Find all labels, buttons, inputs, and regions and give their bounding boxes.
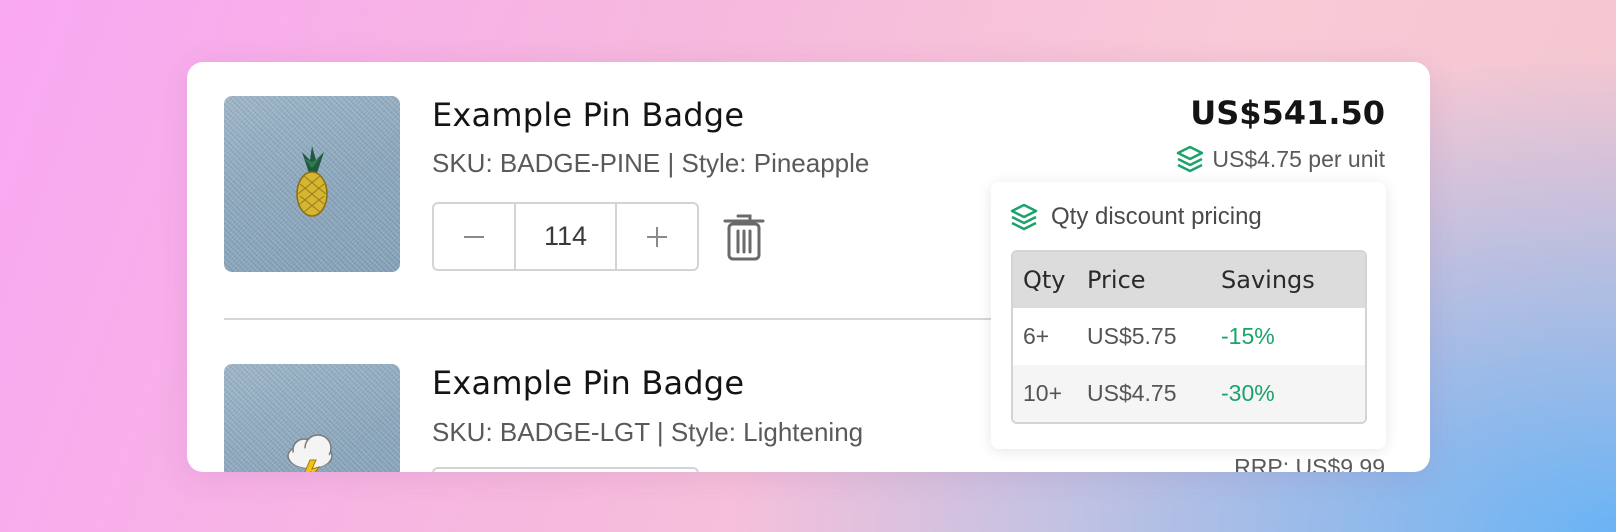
trash-icon <box>723 214 765 261</box>
product-meta: SKU: BADGE-LGT | Style: Lightening <box>432 417 864 447</box>
product-image-lightning[interactable] <box>224 364 400 472</box>
table-header-row: Qty Price Savings <box>1013 252 1365 308</box>
table-row: 6+ US$5.75 -15% <box>1013 308 1365 365</box>
quantity-stepper: 114 <box>432 202 699 271</box>
column-header-savings: Savings <box>1221 252 1365 308</box>
remove-item-button[interactable] <box>723 212 765 266</box>
plus-icon <box>646 226 667 247</box>
discount-table: Qty Price Savings 6+ US$5.75 -15% 10+ US… <box>1011 250 1367 424</box>
lightning-cloud-pin-icon <box>287 434 333 472</box>
product-name[interactable]: Example Pin Badge <box>432 364 744 402</box>
column-header-price: Price <box>1087 252 1221 308</box>
tier-qty: 10+ <box>1013 365 1087 422</box>
popover-title: Qty discount pricing <box>1051 203 1262 230</box>
popover-header: Qty discount pricing <box>1009 202 1262 232</box>
product-image-pineapple[interactable] <box>224 96 400 272</box>
quantity-stepper <box>432 467 699 472</box>
column-header-qty: Qty <box>1013 252 1087 308</box>
increment-button[interactable] <box>617 204 697 269</box>
unit-price[interactable]: US$4.75 per unit <box>1175 144 1385 174</box>
product-meta: SKU: BADGE-PINE | Style: Pineapple <box>432 148 870 178</box>
minus-icon <box>464 235 485 238</box>
table-row: 10+ US$4.75 -30% <box>1013 365 1365 422</box>
qty-discount-popover: Qty discount pricing Qty Price Savings 6… <box>991 182 1386 449</box>
tier-savings: -30% <box>1221 365 1365 422</box>
layers-icon <box>1177 145 1204 173</box>
decrement-button[interactable] <box>434 204 514 269</box>
tier-price: US$4.75 <box>1087 365 1221 422</box>
tier-qty: 6+ <box>1023 323 1050 349</box>
product-name[interactable]: Example Pin Badge <box>432 96 744 134</box>
pineapple-pin-icon <box>296 146 328 217</box>
layers-icon <box>1010 203 1038 231</box>
tier-price: US$5.75 <box>1087 323 1177 349</box>
unit-price-label: US$4.75 per unit <box>1212 145 1385 172</box>
rrp-price: RRP: US$9.99 <box>1234 454 1385 472</box>
line-total: US$541.50 <box>1190 94 1385 132</box>
tier-savings: -15% <box>1221 323 1275 349</box>
quantity-input[interactable]: 114 <box>514 204 617 269</box>
